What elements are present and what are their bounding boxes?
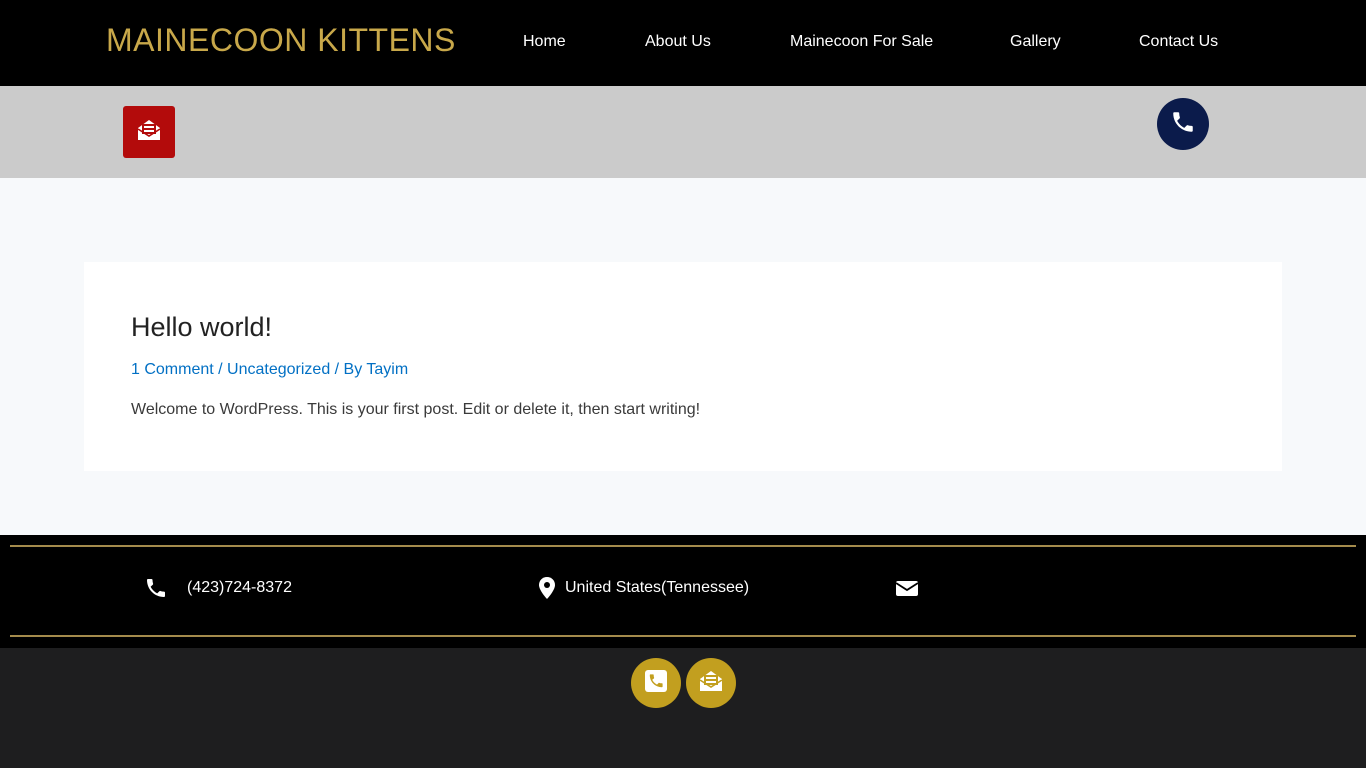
- footer-divider-top: [10, 545, 1356, 547]
- phone-icon: [144, 576, 168, 600]
- contact-bar: [0, 86, 1366, 178]
- nav-link-contact-us[interactable]: Contact Us: [1139, 30, 1218, 54]
- map-marker-icon: [535, 576, 559, 600]
- envelope-open-text-icon: [698, 668, 724, 699]
- nav-link-home[interactable]: Home: [523, 30, 566, 54]
- email-button[interactable]: [123, 106, 175, 158]
- post-comments-link[interactable]: 1 Comment: [131, 361, 214, 378]
- meta-separator: /: [213, 361, 228, 378]
- footer-info: (423)724-8372 United States(Tennessee): [0, 535, 1366, 648]
- main-nav: Home About Us Mainecoon For Sale Gallery…: [0, 30, 1366, 54]
- meta-by-label: / By: [330, 361, 367, 378]
- footer-phone-text: (423)724-8372: [187, 579, 292, 596]
- footer-phone[interactable]: (423)724-8372: [144, 575, 292, 601]
- nav-link-about-us[interactable]: About Us: [645, 30, 711, 54]
- post-excerpt: Welcome to WordPress. This is your first…: [131, 401, 701, 418]
- footer-email[interactable]: [895, 575, 919, 601]
- post-card: Hello world! 1 Comment / Uncategorized /…: [84, 262, 1282, 471]
- content-area: Hello world! 1 Comment / Uncategorized /…: [0, 178, 1366, 535]
- footer-email-button[interactable]: [686, 658, 736, 708]
- footer-location: United States(Tennessee): [535, 575, 749, 601]
- footer-phone-button[interactable]: [631, 658, 681, 708]
- envelope-open-text-icon: [136, 117, 162, 148]
- footer-bottom: [0, 648, 1366, 768]
- phone-square-icon: [644, 669, 668, 698]
- nav-link-gallery[interactable]: Gallery: [1010, 30, 1061, 54]
- footer-location-text: United States(Tennessee): [565, 579, 750, 596]
- post-meta: 1 Comment / Uncategorized / By Tayim: [131, 359, 408, 381]
- post-author-link[interactable]: Tayim: [366, 361, 408, 378]
- nav-link-mainecoon-for-sale[interactable]: Mainecoon For Sale: [790, 30, 933, 54]
- footer-divider-bottom: [10, 635, 1356, 637]
- envelope-icon: [895, 576, 919, 600]
- site-header: MAINECOON KITTENS Home About Us Mainecoo…: [0, 0, 1366, 86]
- phone-icon: [1170, 109, 1196, 140]
- post-category-link[interactable]: Uncategorized: [227, 361, 330, 378]
- post-title[interactable]: Hello world!: [131, 310, 272, 344]
- phone-button[interactable]: [1157, 98, 1209, 150]
